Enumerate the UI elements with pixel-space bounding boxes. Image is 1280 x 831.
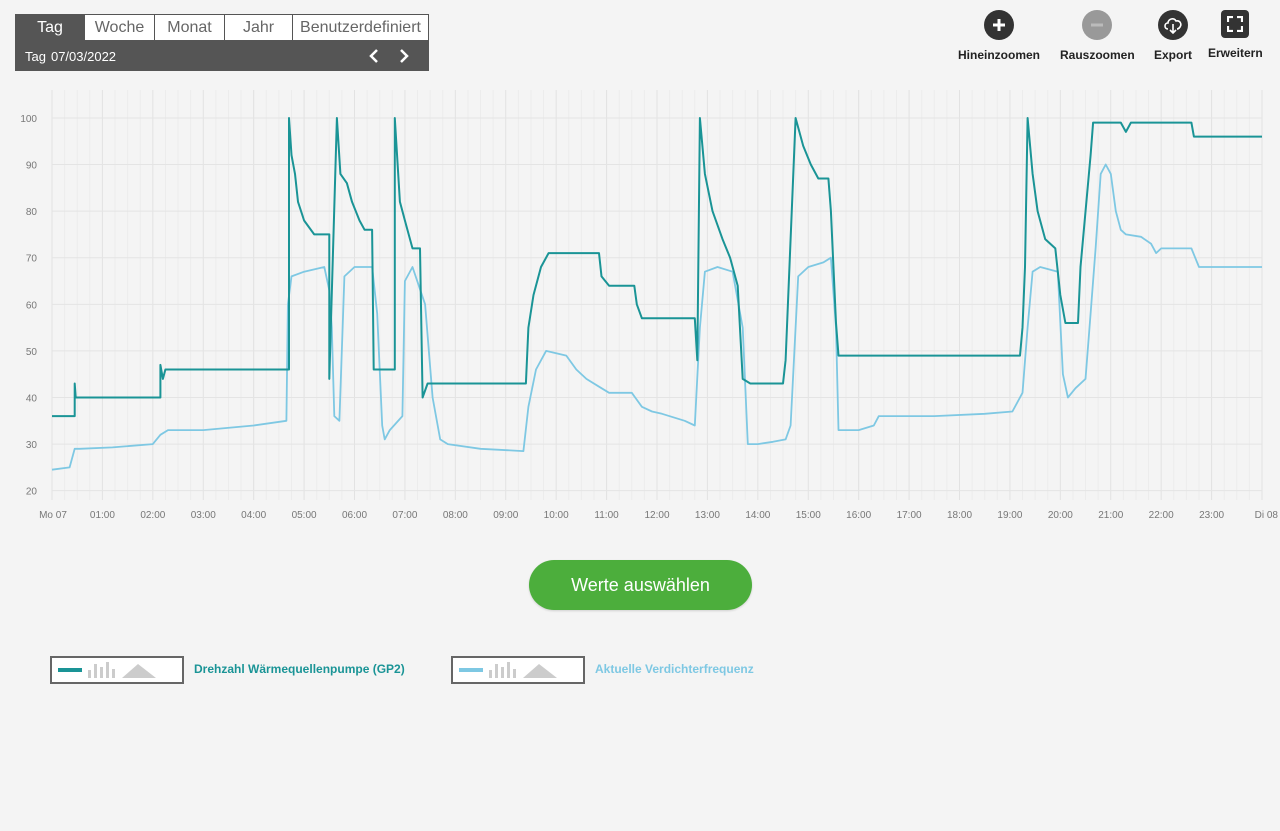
- expand-button[interactable]: Erweitern: [1208, 10, 1263, 60]
- legend-style-icon: [459, 662, 557, 678]
- x-tick-label: 02:00: [140, 510, 165, 521]
- tab-monat[interactable]: Monat: [155, 14, 225, 41]
- chevron-right-icon[interactable]: [395, 46, 413, 66]
- tab-tag[interactable]: Tag: [15, 14, 85, 41]
- x-tick-label: 05:00: [292, 510, 317, 521]
- export-button[interactable]: Export: [1154, 10, 1192, 62]
- y-tick-label: 50: [26, 347, 38, 358]
- legend-toggle-gp2[interactable]: [50, 656, 184, 684]
- legend-label-gp2[interactable]: Drehzahl Wärmequellenpumpe (GP2): [194, 662, 405, 676]
- export-label: Export: [1154, 48, 1193, 62]
- x-tick-label: 11:00: [594, 510, 619, 521]
- x-tick-label: 03:00: [191, 510, 216, 521]
- zoom-in-button[interactable]: Hineinzoomen: [958, 10, 1040, 62]
- x-tick-label: 07:00: [392, 510, 417, 521]
- x-tick-label: 17:00: [897, 510, 922, 521]
- x-tick-label: 22:00: [1149, 510, 1174, 521]
- x-tick-label: 10:00: [544, 510, 569, 521]
- cloud-download-icon: [1158, 10, 1188, 40]
- y-tick-label: 40: [26, 394, 38, 405]
- y-tick-label: 90: [26, 161, 38, 172]
- y-tick-label: 100: [20, 114, 37, 125]
- legend-style-icon: [58, 662, 156, 678]
- x-tick-label: 01:00: [90, 510, 115, 521]
- y-tick-label: 60: [26, 300, 38, 311]
- x-tick-label: 14:00: [745, 510, 770, 521]
- fullscreen-icon: [1221, 10, 1250, 38]
- plus-circle-icon: [984, 10, 1014, 40]
- x-tick-label: 12:00: [644, 510, 669, 521]
- line-chart: 20 30 40 50 60 70 80 90 100 Mo 07 01:00 02:00 03:00…: [20, 90, 1279, 521]
- tab-woche[interactable]: Woche: [85, 14, 155, 41]
- x-tick-label: 09:00: [493, 510, 518, 521]
- legend-label-verdichter[interactable]: Aktuelle Verdichterfrequenz: [595, 662, 754, 676]
- minus-circle-icon: [1082, 10, 1113, 40]
- x-tick-label: Mo 07: [39, 510, 67, 521]
- current-period: Tag 07/03/2022: [15, 41, 429, 71]
- legend-toggle-verdichter[interactable]: [451, 656, 585, 684]
- y-tick-label: 20: [26, 487, 38, 498]
- select-values-button[interactable]: Werte auswählen: [529, 560, 752, 610]
- x-tick-label: 20:00: [1048, 510, 1073, 521]
- period-date: 07/03/2022: [50, 48, 117, 64]
- x-tick-label: 08:00: [443, 510, 468, 521]
- zoom-in-label: Hineinzoomen: [958, 48, 1041, 62]
- x-tick-label: Di 08: [1255, 510, 1279, 521]
- x-tick-label: 23:00: [1199, 510, 1224, 521]
- x-tick-label: 15:00: [796, 510, 821, 521]
- tab-jahr[interactable]: Jahr: [225, 14, 293, 41]
- period-tabs: Tag Woche Monat Jahr Benutzerdefiniert: [15, 14, 429, 41]
- period-unit-label: Tag: [25, 48, 46, 64]
- x-tick-label: 21:00: [1098, 510, 1123, 521]
- y-tick-label: 70: [26, 254, 38, 265]
- chevron-left-icon[interactable]: [365, 46, 383, 66]
- x-tick-label: 13:00: [695, 510, 720, 521]
- x-tick-label: 18:00: [947, 510, 972, 521]
- expand-label: Erweitern: [1208, 46, 1263, 60]
- zoom-out-label: Rauszoomen: [1060, 48, 1135, 62]
- period-selector: Tag Woche Monat Jahr Benutzerdefiniert T…: [15, 14, 429, 71]
- tab-benutzerdefiniert[interactable]: Benutzerdefiniert: [293, 14, 429, 41]
- x-tick-label: 04:00: [241, 510, 266, 521]
- y-tick-label: 80: [26, 207, 38, 218]
- x-tick-label: 06:00: [342, 510, 367, 521]
- x-tick-label: 19:00: [997, 510, 1022, 521]
- zoom-out-button[interactable]: Rauszoomen: [1060, 10, 1135, 62]
- y-tick-label: 30: [26, 440, 38, 451]
- x-tick-label: 16:00: [846, 510, 871, 521]
